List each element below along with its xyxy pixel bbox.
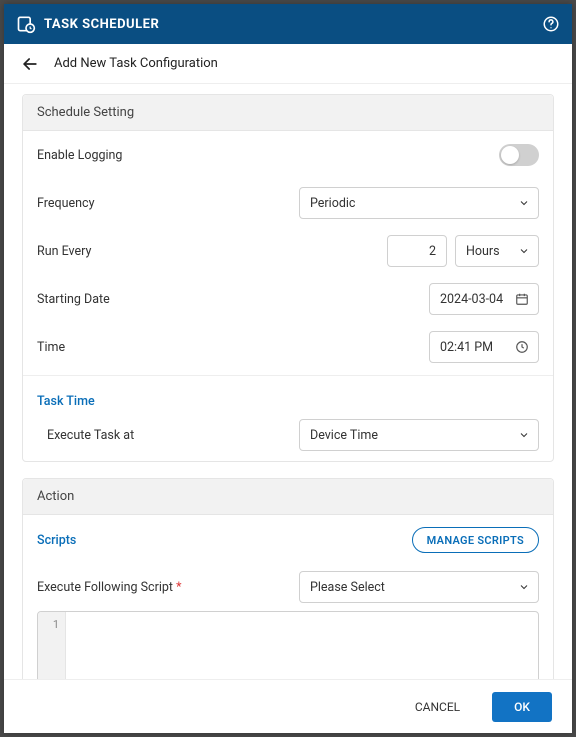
schedule-header: Schedule Setting — [23, 95, 553, 131]
execute-at-value: Device Time — [310, 428, 378, 443]
scripts-row: Scripts MANAGE SCRIPTS — [37, 515, 539, 563]
scheduler-icon — [16, 14, 36, 34]
divider — [23, 375, 553, 376]
execute-at-label: Execute Task at — [47, 428, 299, 443]
scripts-label: Scripts — [37, 533, 76, 548]
gutter-line-1: 1 — [38, 618, 59, 631]
manage-scripts-button[interactable]: MANAGE SCRIPTS — [412, 527, 539, 553]
time-value: 02:41 PM — [440, 340, 493, 355]
time-label: Time — [37, 340, 429, 355]
chevron-down-icon — [518, 581, 530, 593]
frequency-label: Frequency — [37, 196, 299, 211]
frequency-value: Periodic — [310, 196, 355, 211]
execute-at-row: Execute Task at Device Time — [37, 413, 539, 461]
action-header: Action — [23, 479, 553, 515]
schedule-card: Schedule Setting Enable Logging Frequenc… — [22, 94, 554, 462]
task-time-section: Task Time — [37, 380, 539, 413]
run-every-row: Run Every Hours — [37, 227, 539, 275]
run-every-input[interactable] — [387, 235, 447, 267]
enable-logging-label: Enable Logging — [37, 148, 499, 163]
chevron-down-icon — [518, 429, 530, 441]
execute-at-select[interactable]: Device Time — [299, 419, 539, 451]
action-card: Action Scripts MANAGE SCRIPTS Execute Fo… — [22, 478, 554, 679]
run-every-unit-select[interactable]: Hours — [455, 235, 539, 267]
ok-button[interactable]: OK — [492, 692, 552, 722]
frequency-row: Frequency Periodic — [37, 179, 539, 227]
subheader: Add New Task Configuration — [4, 44, 572, 84]
cancel-button[interactable]: CANCEL — [393, 692, 482, 722]
help-icon[interactable] — [542, 15, 560, 33]
starting-date-value: 2024-03-04 — [440, 292, 503, 307]
calendar-icon — [514, 291, 530, 307]
clock-icon — [514, 339, 530, 355]
frequency-select[interactable]: Periodic — [299, 187, 539, 219]
execute-script-value: Please Select — [310, 580, 385, 595]
starting-date-row: Starting Date 2024-03-04 — [37, 275, 539, 323]
enable-logging-toggle[interactable] — [499, 144, 539, 166]
back-arrow-icon[interactable] — [18, 52, 42, 76]
dialog: TASK SCHEDULER Add New Task Configuratio… — [4, 4, 572, 733]
run-every-unit-value: Hours — [466, 244, 500, 259]
execute-script-row: Execute Following Script * Please Select — [37, 563, 539, 611]
starting-date-label: Starting Date — [37, 292, 429, 307]
footer: CANCEL OK — [4, 679, 572, 733]
enable-logging-row: Enable Logging — [37, 131, 539, 179]
titlebar: TASK SCHEDULER — [4, 4, 572, 44]
titlebar-title: TASK SCHEDULER — [44, 17, 542, 32]
script-code-area[interactable]: 1 — [37, 611, 539, 679]
subheader-title: Add New Task Configuration — [54, 56, 218, 71]
required-asterisk: * — [176, 580, 181, 595]
execute-script-select[interactable]: Please Select — [299, 571, 539, 603]
content-area: Schedule Setting Enable Logging Frequenc… — [4, 84, 572, 679]
code-gutter: 1 — [38, 612, 66, 679]
run-every-label: Run Every — [37, 244, 387, 259]
chevron-down-icon — [518, 197, 530, 209]
chevron-down-icon — [518, 245, 530, 257]
code-body[interactable] — [66, 612, 538, 679]
time-row: Time 02:41 PM — [37, 323, 539, 371]
time-field[interactable]: 02:41 PM — [429, 331, 539, 363]
starting-date-field[interactable]: 2024-03-04 — [429, 283, 539, 315]
execute-script-label: Execute Following Script * — [37, 580, 299, 595]
